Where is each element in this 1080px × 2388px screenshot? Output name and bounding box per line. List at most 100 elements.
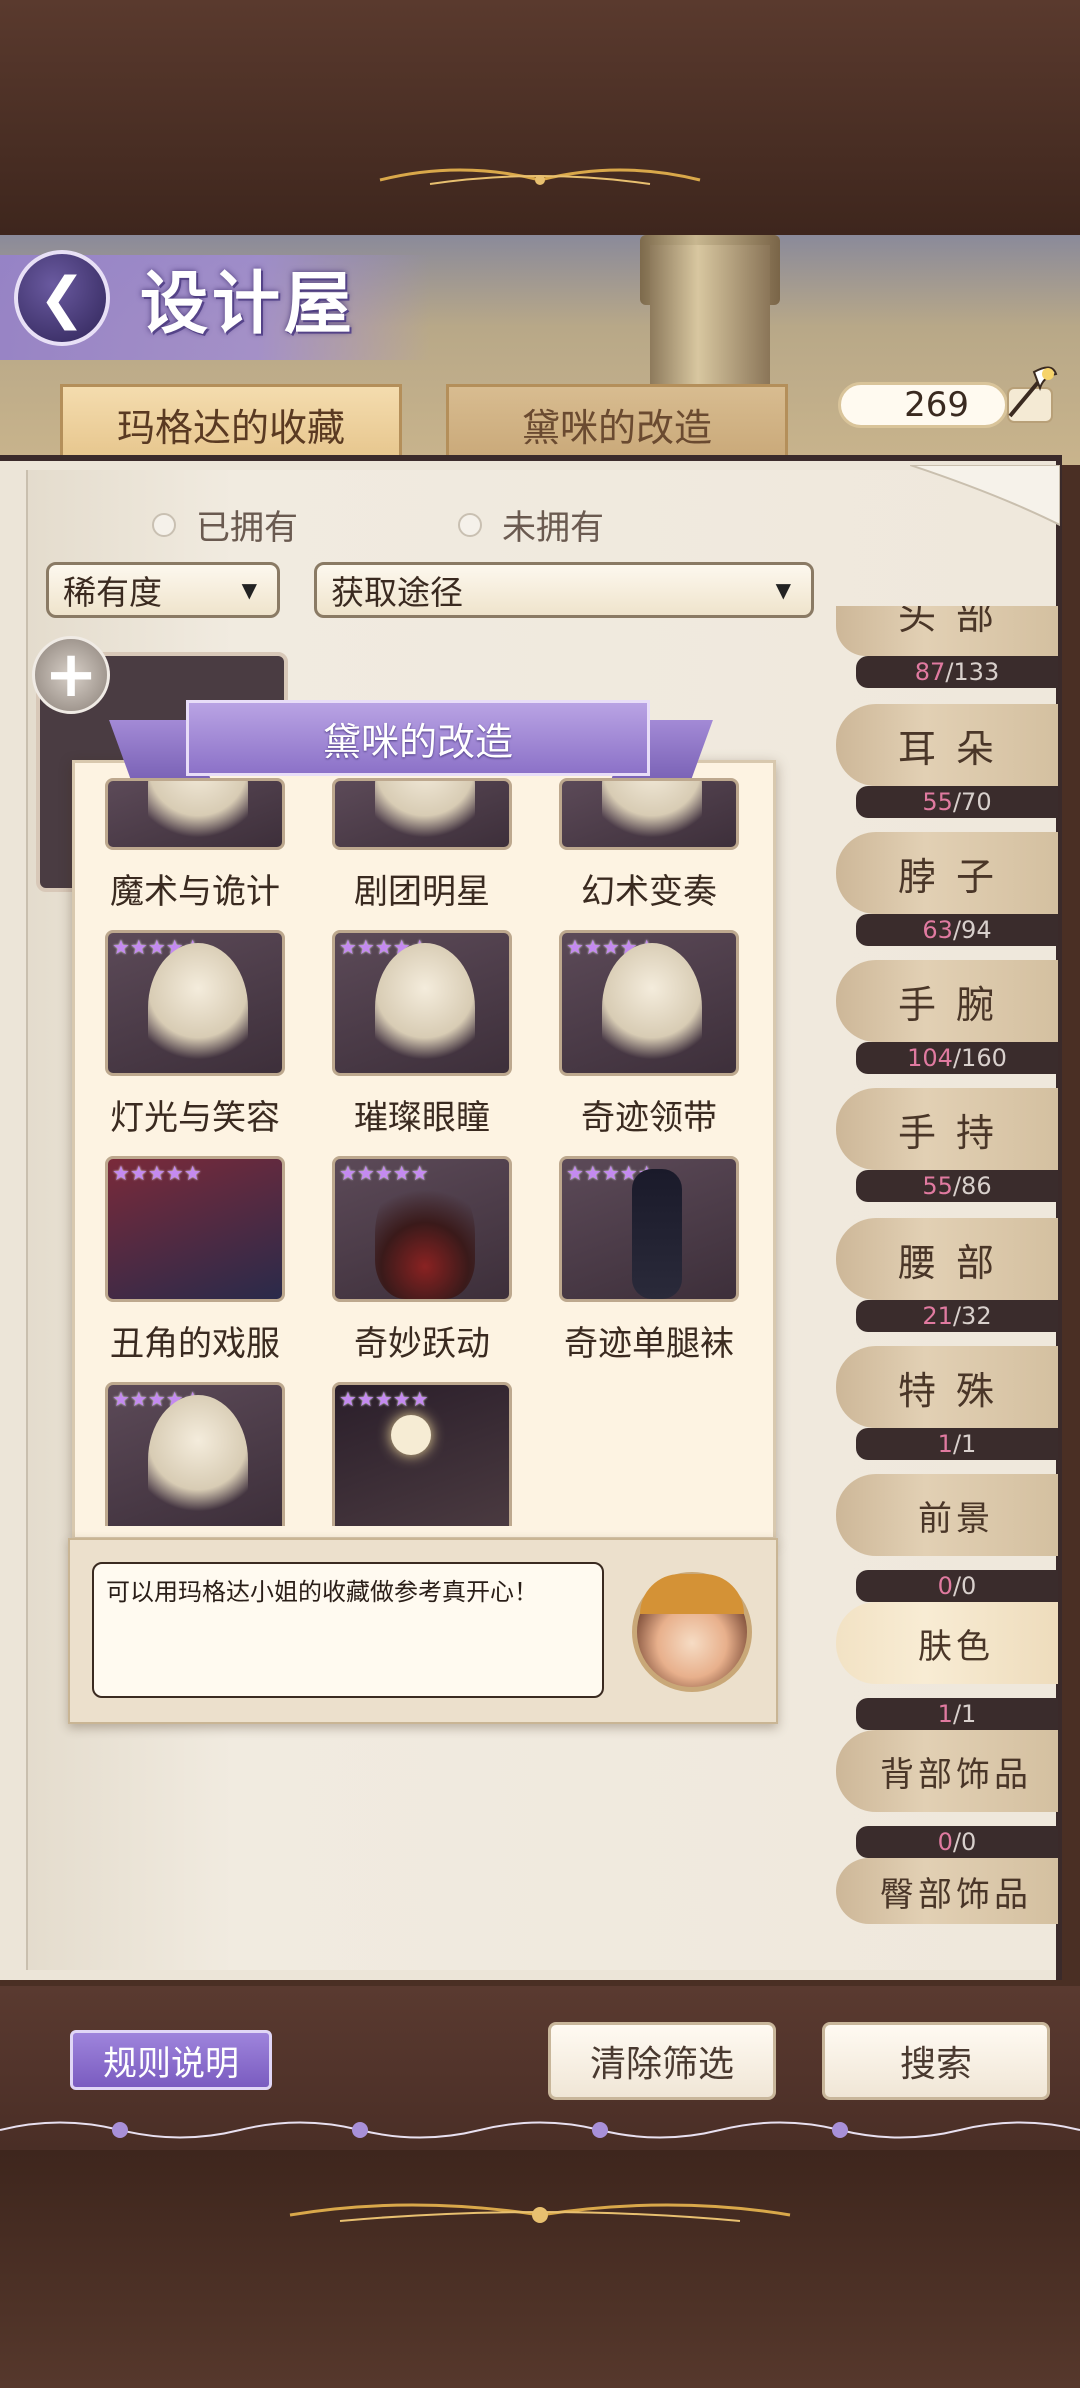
item-name: 奇妙跃动 (354, 1324, 490, 1364)
item-thumbnail (332, 778, 512, 850)
rarity-stars-icon: ★★★★★ (339, 1161, 429, 1185)
category-count: 87/133 (856, 656, 1058, 688)
item-card[interactable]: 魔术与诡计 (100, 778, 290, 913)
rarity-stars-icon: ★★★★★ (339, 1387, 429, 1411)
item-card[interactable]: ★★★★★ 灯光与笑容 (100, 930, 290, 1139)
search-button[interactable]: 搜索 (822, 2022, 1050, 2100)
chevron-down-icon: ▼ (241, 578, 257, 602)
plus-icon: + (44, 638, 98, 712)
tab-magda-collection[interactable]: 玛格达的收藏 (60, 384, 402, 462)
item-thumbnail: ★★★★★ (559, 930, 739, 1076)
item-name: 剧团明星 (354, 872, 490, 912)
back-arrow-icon: ❮ (38, 265, 86, 331)
top-ornament-icon (379, 168, 701, 185)
category-label: 耳朵 (836, 704, 1058, 786)
item-card[interactable]: 剧团明星 (327, 778, 517, 913)
owned-radio[interactable]: 已拥有 (152, 500, 298, 549)
item-name: 奇迹领带 (581, 1098, 717, 1138)
page-title: 设计屋 (140, 265, 357, 344)
category-label: 背部饰品 (836, 1730, 1058, 1812)
category-head[interactable]: 头部 87/133 (836, 606, 1058, 688)
category-count: 21/32 (856, 1300, 1058, 1332)
quill-icon[interactable] (990, 358, 1064, 432)
item-name: 璀璨眼瞳 (354, 1098, 490, 1138)
item-card[interactable]: ★★★★★ 奇迹领带 (554, 930, 744, 1139)
item-name: 幻术变奏 (581, 872, 717, 912)
rarity-stars-icon: ★★★★★ (566, 935, 656, 959)
rarity-stars-icon: ★★★★★ (112, 935, 202, 959)
item-thumbnail (559, 778, 739, 850)
category-label: 手持 (836, 1088, 1058, 1170)
item-card[interactable]: ★★★★★ 奇迹单腿袜 (554, 1156, 744, 1365)
rarity-stars-icon: ★★★★★ (112, 1387, 202, 1411)
item-card[interactable]: ★★★★★ 奇妙跃动 (327, 1156, 517, 1365)
currency-counter: 269 (838, 382, 1008, 428)
category-neck[interactable]: 脖子 63/94 (836, 832, 1058, 946)
category-count: 1/1 (856, 1428, 1058, 1460)
moon-icon (391, 1415, 431, 1455)
item-card[interactable]: ★★★★★ (327, 1382, 517, 1540)
rarity-dropdown[interactable]: 稀有度 ▼ (46, 562, 280, 618)
rules-button[interactable]: 规则说明 (70, 2030, 272, 2090)
rarity-stars-icon: ★★★★★ (566, 1161, 656, 1185)
item-thumbnail: ★★★★★ (332, 1382, 512, 1526)
item-thumbnail: ★★★★★ (559, 1156, 739, 1302)
category-label: 手腕 (836, 960, 1058, 1042)
item-thumbnail: ★★★★★ (105, 1382, 285, 1526)
category-special[interactable]: 特殊 1/1 (836, 1346, 1058, 1460)
category-count: 55/86 (856, 1170, 1058, 1202)
category-label: 臀部饰品 (836, 1858, 1058, 1924)
category-label: 特殊 (836, 1346, 1058, 1428)
category-ears[interactable]: 耳朵 55/70 (836, 704, 1058, 818)
source-dropdown[interactable]: 获取途径 ▼ (314, 562, 814, 618)
category-label: 头部 (836, 606, 1058, 656)
dialog-text: 可以用玛格达小姐的收藏做参考真开心！ (92, 1562, 604, 1698)
rarity-dropdown-label: 稀有度 (63, 573, 162, 612)
category-waist[interactable]: 腰部 21/32 (836, 1218, 1058, 1332)
rarity-stars-icon: ★★★★★ (339, 935, 429, 959)
item-thumbnail (105, 778, 285, 850)
owned-label: 已拥有 (196, 508, 298, 548)
radio-circle-icon (152, 512, 176, 537)
category-back-accessory[interactable]: 背部饰品 0/0 (836, 1730, 1058, 1858)
back-button[interactable]: ❮ (14, 250, 110, 346)
add-button[interactable]: + (32, 636, 110, 714)
not-owned-radio[interactable]: 未拥有 (458, 500, 604, 549)
clear-filter-button[interactable]: 清除筛选 (548, 2022, 776, 2100)
vine-decoration-icon (0, 2121, 1080, 2139)
item-name: 魔术与诡计 (110, 872, 280, 912)
category-label: 脖子 (836, 832, 1058, 914)
item-thumbnail: ★★★★★ (332, 930, 512, 1076)
rarity-stars-icon: ★★★★★ (112, 1161, 202, 1185)
category-count: 63/94 (856, 914, 1058, 946)
item-thumbnail: ★★★★★ (332, 1156, 512, 1302)
page-curl-icon (910, 465, 1060, 527)
popup-title: 黛咪的改造 (186, 700, 650, 776)
item-card[interactable]: ★★★★★ (100, 1382, 290, 1540)
item-name: 灯光与笑容 (110, 1098, 280, 1138)
category-wrist[interactable]: 手腕 104/160 (836, 960, 1058, 1074)
tab-daimi-remake[interactable]: 黛咪的改造 (446, 384, 788, 462)
item-card[interactable]: 幻术变奏 (554, 778, 744, 913)
category-count: 0/0 (856, 1826, 1058, 1858)
chevron-down-icon: ▼ (775, 578, 791, 602)
category-handheld[interactable]: 手持 55/86 (836, 1088, 1058, 1202)
category-label: 前景 (836, 1474, 1058, 1556)
category-skin[interactable]: 肤色 1/1 (836, 1602, 1058, 1730)
item-name: 奇迹单腿袜 (564, 1324, 734, 1364)
category-count: 55/70 (856, 786, 1058, 818)
category-hip-accessory[interactable]: 臀部饰品 (836, 1858, 1058, 1924)
category-count: 1/1 (856, 1698, 1058, 1730)
category-label: 肤色 (836, 1602, 1058, 1684)
item-thumbnail: ★★★★★ (105, 1156, 285, 1302)
item-thumbnail: ★★★★★ (105, 930, 285, 1076)
radio-circle-icon (458, 512, 482, 537)
bottom-ornament-icon (289, 2203, 791, 2223)
source-dropdown-label: 获取途径 (331, 573, 463, 612)
category-label: 腰部 (836, 1218, 1058, 1300)
category-foreground[interactable]: 前景 0/0 (836, 1474, 1058, 1602)
category-count: 104/160 (856, 1042, 1058, 1074)
item-card[interactable]: ★★★★★ 璀璨眼瞳 (327, 930, 517, 1139)
category-count: 0/0 (856, 1570, 1058, 1602)
item-card[interactable]: ★★★★★ 丑角的戏服 (100, 1156, 290, 1365)
